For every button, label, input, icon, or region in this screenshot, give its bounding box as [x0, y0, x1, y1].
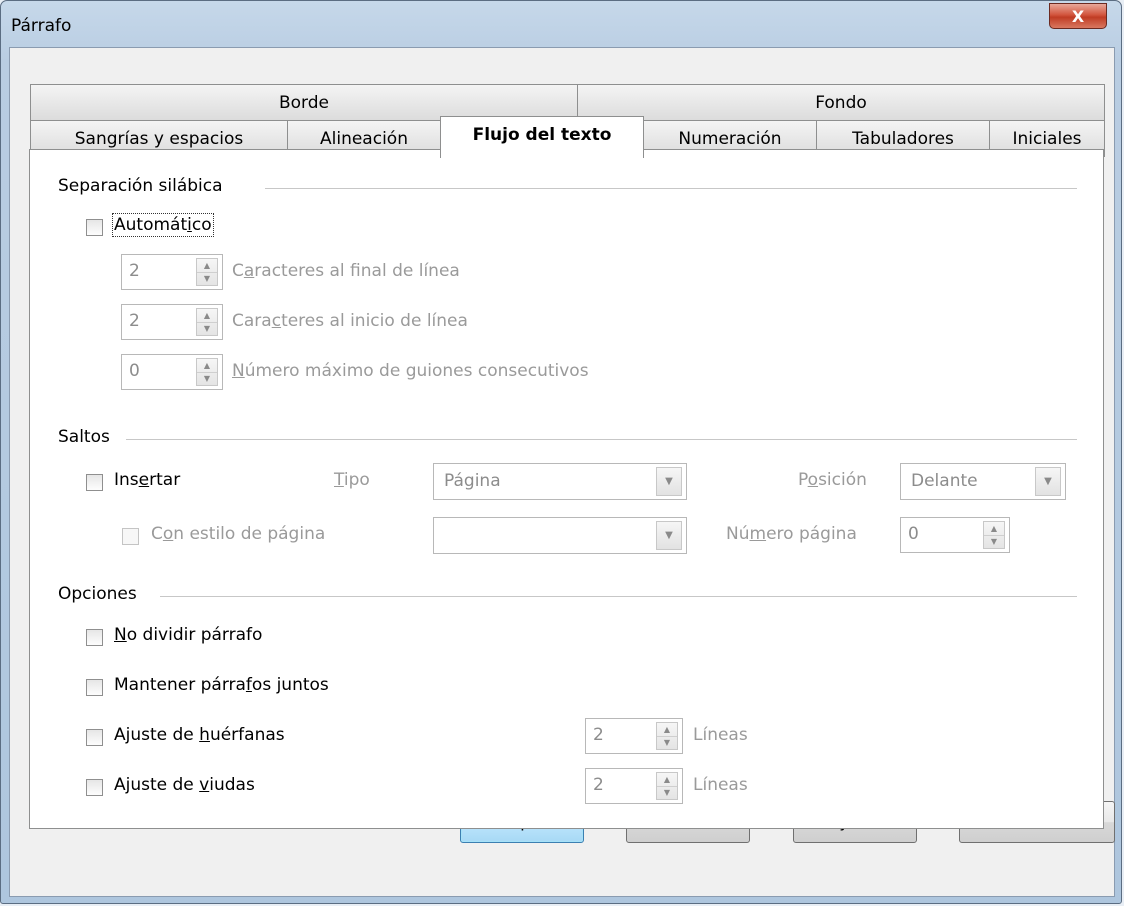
spin-down-icon[interactable]: ▼ — [197, 322, 217, 335]
breaks-group-title: Saltos — [58, 427, 116, 447]
break-position-dropdown[interactable]: Delante ▼ — [900, 463, 1066, 500]
widows-checkbox[interactable] — [86, 779, 103, 796]
chevron-down-icon[interactable]: ▼ — [656, 521, 682, 550]
page-number-value: 0 — [908, 524, 919, 544]
widows-label[interactable]: Ajuste de viudas — [114, 775, 255, 795]
with-page-style-label: Con estilo de página — [151, 524, 326, 544]
page-number-spin-buttons[interactable]: ▲ ▼ — [983, 521, 1005, 549]
close-button[interactable]: X — [1049, 3, 1107, 29]
chevron-down-icon[interactable]: ▼ — [656, 467, 682, 496]
orphans-label[interactable]: Ajuste de huérfanas — [114, 725, 285, 745]
spin-up-icon[interactable]: ▲ — [197, 309, 217, 323]
keep-together-label[interactable]: Mantener párrafos juntos — [114, 675, 329, 695]
orphans-spinbox[interactable]: 2 ▲ ▼ — [585, 718, 683, 754]
spin-down-icon[interactable]: ▼ — [197, 372, 217, 385]
keep-together-checkbox[interactable] — [86, 679, 103, 696]
spin-up-icon[interactable]: ▲ — [657, 723, 677, 737]
spin-down-icon[interactable]: ▼ — [657, 786, 677, 799]
max-hyphens-label: Número máximo de guiones consecutivos — [232, 361, 589, 381]
hyphenation-separator — [265, 188, 1077, 189]
tab-flujo-texto[interactable]: Flujo del texto — [440, 116, 644, 158]
chars-start-label: Caracteres al inicio de línea — [232, 311, 468, 331]
break-type-dropdown[interactable]: Página ▼ — [433, 463, 687, 500]
orphans-unit-label: Líneas — [693, 725, 748, 745]
chars-end-spin-buttons[interactable]: ▲ ▼ — [196, 258, 218, 286]
max-hyphens-spin-buttons[interactable]: ▲ ▼ — [196, 358, 218, 386]
break-position-value: Delante — [911, 471, 978, 491]
spin-up-icon[interactable]: ▲ — [197, 259, 217, 273]
automatic-label[interactable]: Automático — [112, 213, 214, 237]
paragraph-dialog: Párrafo X Borde Fondo Sangrías y espacio… — [0, 0, 1122, 904]
widows-spin-buttons[interactable]: ▲ ▼ — [656, 772, 678, 800]
insert-label[interactable]: Insertar — [114, 470, 180, 490]
no-split-checkbox[interactable] — [86, 629, 103, 646]
max-hyphens-value: 0 — [129, 361, 140, 381]
automatic-checkbox[interactable] — [86, 219, 103, 236]
text-flow-panel: Separación silábica Automático 2 ▲ ▼ Cara… — [29, 149, 1104, 829]
widows-value: 2 — [593, 775, 604, 795]
widows-unit-label: Líneas — [693, 775, 748, 795]
spin-up-icon[interactable]: ▲ — [657, 773, 677, 787]
orphans-checkbox[interactable] — [86, 729, 103, 746]
chars-start-spinbox[interactable]: 2 ▲ ▼ — [121, 304, 223, 340]
title-bar[interactable]: Párrafo X — [1, 1, 1121, 47]
breaks-separator — [126, 439, 1077, 440]
chars-end-label: Caracteres al final de línea — [232, 261, 460, 281]
spin-down-icon[interactable]: ▼ — [657, 736, 677, 749]
type-label: Tipo — [334, 470, 370, 490]
options-group-title: Opciones — [58, 584, 143, 604]
position-label: Posición — [798, 470, 867, 490]
spin-up-icon[interactable]: ▲ — [197, 359, 217, 373]
hyphenation-group-title: Separación silábica — [58, 176, 229, 196]
chars-start-spin-buttons[interactable]: ▲ ▼ — [196, 308, 218, 336]
page-number-spinbox[interactable]: 0 ▲ ▼ — [900, 517, 1010, 553]
spin-up-icon[interactable]: ▲ — [984, 522, 1004, 536]
chars-end-value: 2 — [129, 261, 140, 281]
max-hyphens-spinbox[interactable]: 0 ▲ ▼ — [121, 354, 223, 390]
chevron-down-icon[interactable]: ▼ — [1035, 467, 1061, 496]
tab-fondo[interactable]: Fondo — [577, 84, 1105, 121]
no-split-label[interactable]: No dividir párrafo — [114, 625, 262, 645]
chars-end-spinbox[interactable]: 2 ▲ ▼ — [121, 254, 223, 290]
chars-start-value: 2 — [129, 311, 140, 331]
spin-down-icon[interactable]: ▼ — [197, 272, 217, 285]
page-style-dropdown[interactable]: ▼ — [433, 517, 687, 554]
insert-checkbox[interactable] — [86, 474, 103, 491]
page-number-label: Número página — [726, 524, 857, 544]
widows-spinbox[interactable]: 2 ▲ ▼ — [585, 768, 683, 804]
with-page-style-checkbox[interactable] — [122, 528, 139, 545]
orphans-spin-buttons[interactable]: ▲ ▼ — [656, 722, 678, 750]
spin-down-icon[interactable]: ▼ — [984, 535, 1004, 548]
orphans-value: 2 — [593, 725, 604, 745]
break-type-value: Página — [444, 471, 501, 491]
options-separator — [160, 596, 1077, 597]
dialog-title: Párrafo — [11, 16, 72, 36]
